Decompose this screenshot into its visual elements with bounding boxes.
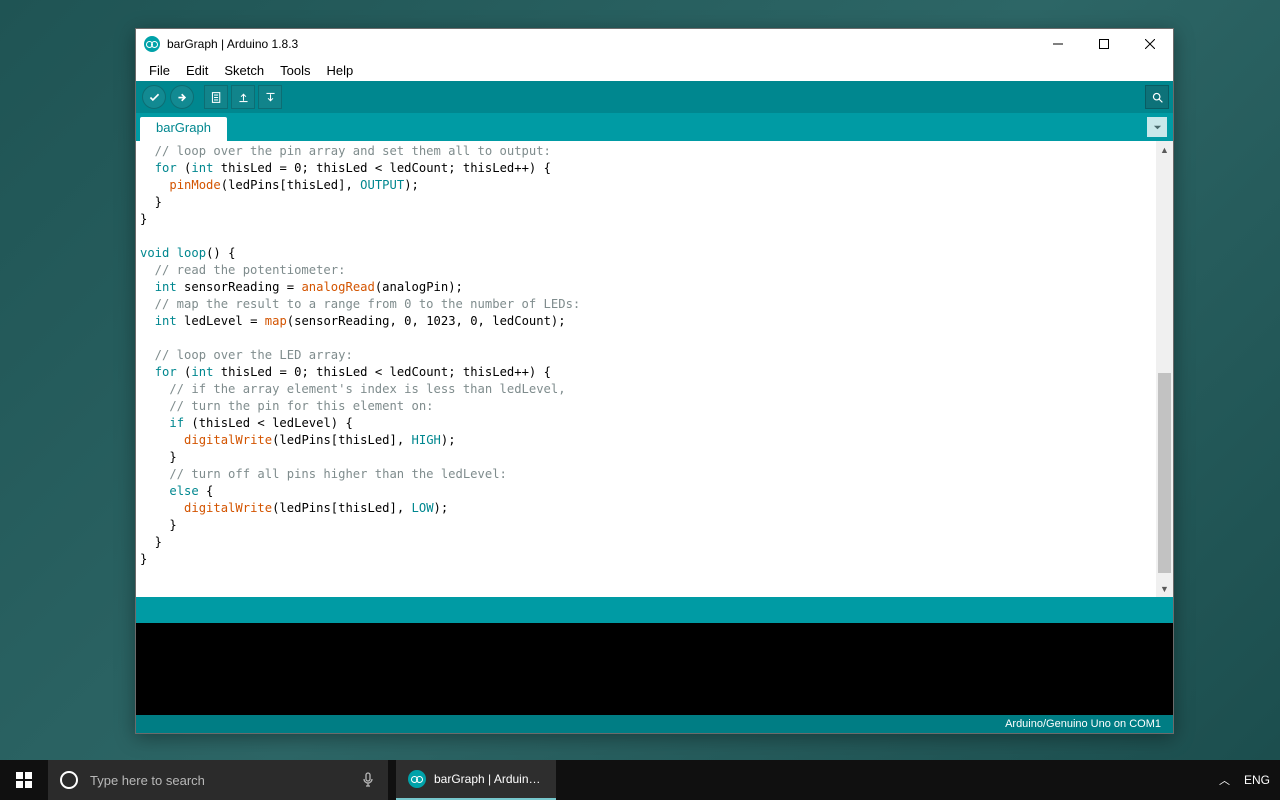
- arduino-window: barGraph | Arduino 1.8.3 File Edit Sketc…: [135, 28, 1174, 734]
- taskbar-app-label: barGraph | Arduino...: [434, 772, 544, 786]
- upload-button[interactable]: [170, 85, 194, 109]
- taskbar-app-arduino[interactable]: barGraph | Arduino...: [396, 760, 556, 800]
- tabstrip: barGraph: [136, 113, 1173, 141]
- console-output[interactable]: [136, 623, 1173, 715]
- start-button[interactable]: [0, 760, 48, 800]
- scroll-up-icon[interactable]: ▲: [1156, 141, 1173, 158]
- status-strip: [136, 597, 1173, 623]
- tab-menu-button[interactable]: [1147, 117, 1167, 137]
- tray-overflow-icon[interactable]: ︿: [1219, 772, 1230, 788]
- scroll-thumb[interactable]: [1158, 373, 1171, 573]
- menu-sketch[interactable]: Sketch: [217, 62, 271, 79]
- editor-area: // loop over the pin array and set them …: [136, 141, 1173, 597]
- maximize-button[interactable]: [1081, 29, 1127, 59]
- sketch-tab[interactable]: barGraph: [140, 117, 227, 141]
- editor-scrollbar[interactable]: ▲ ▼: [1156, 141, 1173, 597]
- close-button[interactable]: [1127, 29, 1173, 59]
- menu-file[interactable]: File: [142, 62, 177, 79]
- arduino-logo-icon: [144, 36, 160, 52]
- menu-edit[interactable]: Edit: [179, 62, 215, 79]
- menu-help[interactable]: Help: [319, 62, 360, 79]
- board-status-text: Arduino/Genuino Uno on COM1: [1005, 718, 1161, 730]
- system-tray[interactable]: ︿ ENG: [1209, 772, 1280, 788]
- toolbar: [136, 81, 1173, 113]
- scroll-down-icon[interactable]: ▼: [1156, 580, 1173, 597]
- code-editor[interactable]: // loop over the pin array and set them …: [136, 141, 1156, 597]
- arduino-taskbar-icon: [408, 770, 426, 788]
- save-sketch-button[interactable]: [258, 85, 282, 109]
- new-sketch-button[interactable]: [204, 85, 228, 109]
- board-status: Arduino/Genuino Uno on COM1: [136, 715, 1173, 733]
- titlebar[interactable]: barGraph | Arduino 1.8.3: [136, 29, 1173, 59]
- input-language[interactable]: ENG: [1244, 773, 1270, 787]
- open-sketch-button[interactable]: [231, 85, 255, 109]
- windows-taskbar: Type here to search barGraph | Arduino..…: [0, 760, 1280, 800]
- serial-monitor-button[interactable]: [1145, 85, 1169, 109]
- minimize-button[interactable]: [1035, 29, 1081, 59]
- window-title: barGraph | Arduino 1.8.3: [167, 37, 1035, 51]
- menu-tools[interactable]: Tools: [273, 62, 317, 79]
- search-placeholder: Type here to search: [90, 773, 205, 788]
- mic-icon[interactable]: [348, 760, 388, 800]
- cortana-icon: [60, 771, 78, 789]
- menubar: File Edit Sketch Tools Help: [136, 59, 1173, 81]
- taskbar-search[interactable]: Type here to search: [48, 760, 388, 800]
- verify-button[interactable]: [142, 85, 166, 109]
